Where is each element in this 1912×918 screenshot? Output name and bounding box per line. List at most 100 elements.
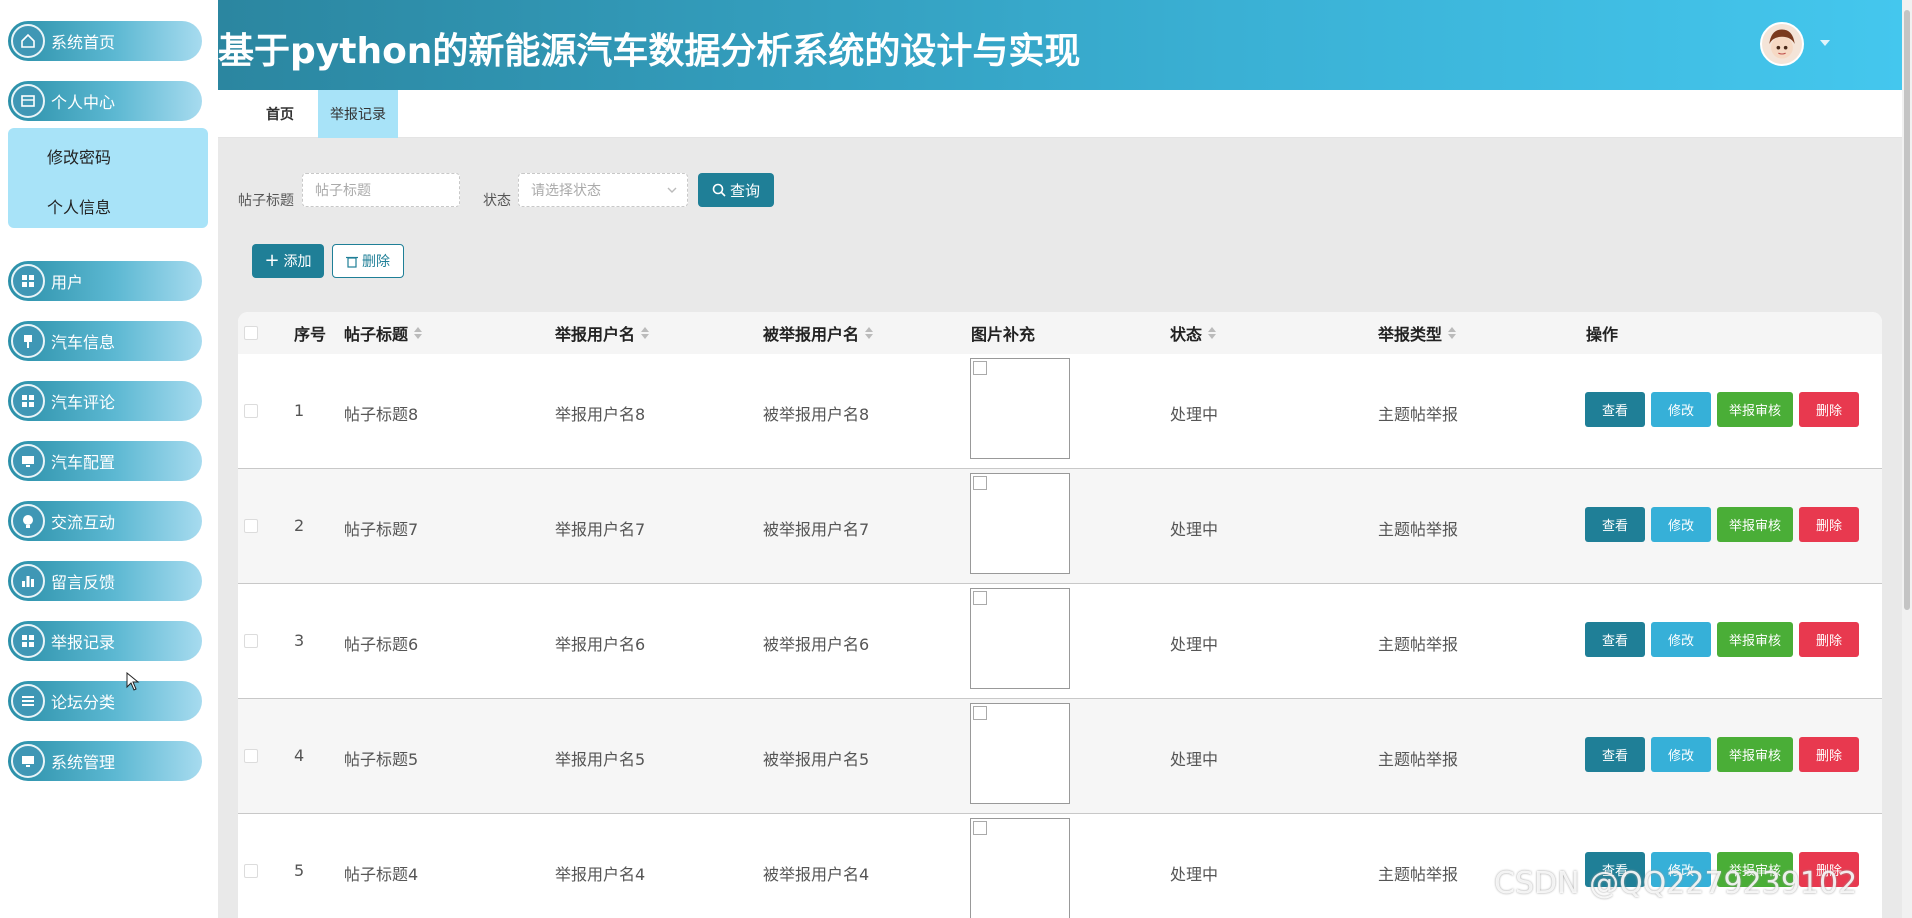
- cell-index: 4: [294, 746, 305, 765]
- row-checkbox[interactable]: [244, 519, 258, 533]
- sort-icon: [641, 327, 650, 339]
- sidebar-item-label: 论坛分类: [51, 693, 116, 712]
- edit-button[interactable]: 修改: [1651, 737, 1711, 772]
- sidebar-item-label: 用户: [51, 273, 84, 292]
- cell-title: 帖子标题5: [344, 750, 419, 769]
- tab-bar: 首页 举报记录: [218, 90, 1902, 138]
- trash-icon: [346, 256, 358, 268]
- delete-button[interactable]: 删除: [1799, 392, 1859, 427]
- avatar[interactable]: [1760, 22, 1804, 66]
- scrollbar-thumb[interactable]: [1904, 10, 1910, 610]
- cell-status: 处理中: [1170, 635, 1219, 654]
- view-button[interactable]: 查看: [1585, 392, 1645, 427]
- cell-title: 帖子标题6: [344, 635, 419, 654]
- row-checkbox[interactable]: [244, 749, 258, 763]
- sidebar-item-label: 举报记录: [51, 633, 116, 652]
- query-button[interactable]: 查询: [698, 173, 774, 207]
- cell-type: 主题帖举报: [1378, 635, 1459, 654]
- audit-button[interactable]: 举报审核: [1717, 622, 1793, 657]
- batch-delete-button[interactable]: 删除: [332, 244, 404, 278]
- broken-image-icon[interactable]: [970, 588, 1070, 689]
- audit-button[interactable]: 举报审核: [1717, 507, 1793, 542]
- sidebar-item-car-info[interactable]: 汽车信息: [8, 321, 202, 361]
- tab-home[interactable]: 首页: [242, 90, 318, 138]
- column-header-reporter[interactable]: 举报用户名: [555, 312, 650, 354]
- sidebar-item-feedback[interactable]: 留言反馈: [8, 561, 202, 601]
- home-icon: [11, 24, 45, 58]
- view-button[interactable]: 查看: [1585, 737, 1645, 772]
- header: 基于python的新能源汽车数据分析系统的设计与实现: [218, 0, 1902, 90]
- column-header-reported[interactable]: 被举报用户名: [763, 312, 874, 354]
- search-title-input[interactable]: 帖子标题: [302, 173, 460, 207]
- sidebar-item-car-config[interactable]: 汽车配置: [8, 441, 202, 481]
- cell-index: 5: [294, 861, 305, 880]
- row-checkbox[interactable]: [244, 864, 258, 878]
- grid-icon: [11, 624, 45, 658]
- column-header-index: 序号: [294, 325, 327, 344]
- sidebar-item-users[interactable]: 用户: [8, 261, 202, 301]
- broken-image-icon[interactable]: [970, 818, 1070, 918]
- select-all-checkbox[interactable]: [244, 312, 258, 354]
- cell-reported: 被举报用户名8: [763, 405, 870, 424]
- broken-image-icon[interactable]: [970, 358, 1070, 459]
- mouse-cursor-icon: [126, 672, 140, 691]
- grid-icon: [11, 264, 45, 298]
- cell-index: 2: [294, 516, 305, 535]
- delete-button[interactable]: 删除: [1799, 737, 1859, 772]
- sidebar-item-label: 交流互动: [51, 513, 116, 532]
- sidebar-item-label: 系统管理: [51, 753, 116, 772]
- delete-button[interactable]: 删除: [1799, 622, 1859, 657]
- cell-type: 主题帖举报: [1378, 750, 1459, 769]
- vertical-scrollbar[interactable]: [1902, 0, 1912, 918]
- view-button[interactable]: 查看: [1585, 622, 1645, 657]
- sidebar-item-reports[interactable]: 举报记录: [8, 621, 202, 661]
- sidebar-item-profile[interactable]: 个人中心: [8, 81, 202, 121]
- column-header-status[interactable]: 状态: [1170, 312, 1217, 354]
- view-button[interactable]: 查看: [1585, 507, 1645, 542]
- chart-icon: [11, 564, 45, 598]
- sidebar-item-system[interactable]: 系统管理: [8, 741, 202, 781]
- cell-reported: 被举报用户名7: [763, 520, 870, 539]
- table-row: 3 帖子标题6 举报用户名6 被举报用户名6 处理中 主题帖举报 查看 修改 举…: [238, 584, 1882, 699]
- table-row: 2 帖子标题7 举报用户名7 被举报用户名7 处理中 主题帖举报 查看 修改 举…: [238, 469, 1882, 584]
- cell-reporter: 举报用户名4: [555, 865, 646, 884]
- sidebar-item-forum-category[interactable]: 论坛分类: [8, 681, 202, 721]
- sidebar-item-interaction[interactable]: 交流互动: [8, 501, 202, 541]
- row-checkbox[interactable]: [244, 634, 258, 648]
- list-icon: [11, 684, 45, 718]
- tab-reports[interactable]: 举报记录: [318, 90, 398, 138]
- audit-button[interactable]: 举报审核: [1717, 392, 1793, 427]
- grid-icon: [11, 384, 45, 418]
- delete-button[interactable]: 删除: [1799, 507, 1859, 542]
- sort-icon: [1448, 327, 1457, 339]
- cell-index: 1: [294, 401, 305, 420]
- sidebar-item-home[interactable]: 系统首页: [8, 21, 202, 61]
- edit-button[interactable]: 修改: [1651, 622, 1711, 657]
- cell-reporter: 举报用户名7: [555, 520, 646, 539]
- cell-reported: 被举报用户名5: [763, 750, 870, 769]
- row-checkbox[interactable]: [244, 404, 258, 418]
- add-button[interactable]: + 添加: [252, 244, 324, 278]
- sidebar-item-car-comments[interactable]: 汽车评论: [8, 381, 202, 421]
- cell-reported: 被举报用户名4: [763, 865, 870, 884]
- broken-image-icon[interactable]: [970, 473, 1070, 574]
- sidebar-item-label: 汽车配置: [51, 453, 116, 472]
- broken-image-icon[interactable]: [970, 703, 1070, 804]
- batch-delete-button-label: 删除: [362, 254, 390, 270]
- audit-button[interactable]: 举报审核: [1717, 737, 1793, 772]
- submenu-item-change-password[interactable]: 修改密码: [47, 144, 111, 168]
- search-status-select[interactable]: 请选择状态: [518, 173, 688, 207]
- submenu-item-personal-info[interactable]: 个人信息: [47, 194, 111, 218]
- chevron-down-icon: [667, 187, 677, 193]
- query-button-label: 查询: [729, 181, 760, 200]
- monitor-icon: [11, 744, 45, 778]
- chevron-down-icon[interactable]: [1820, 40, 1830, 46]
- edit-button[interactable]: 修改: [1651, 392, 1711, 427]
- column-header-title[interactable]: 帖子标题: [344, 312, 423, 354]
- sidebar-item-label: 留言反馈: [51, 573, 116, 592]
- edit-button[interactable]: 修改: [1651, 507, 1711, 542]
- sort-icon: [414, 327, 423, 339]
- cell-status: 处理中: [1170, 405, 1219, 424]
- profile-icon: [11, 84, 45, 118]
- column-header-type[interactable]: 举报类型: [1378, 312, 1457, 354]
